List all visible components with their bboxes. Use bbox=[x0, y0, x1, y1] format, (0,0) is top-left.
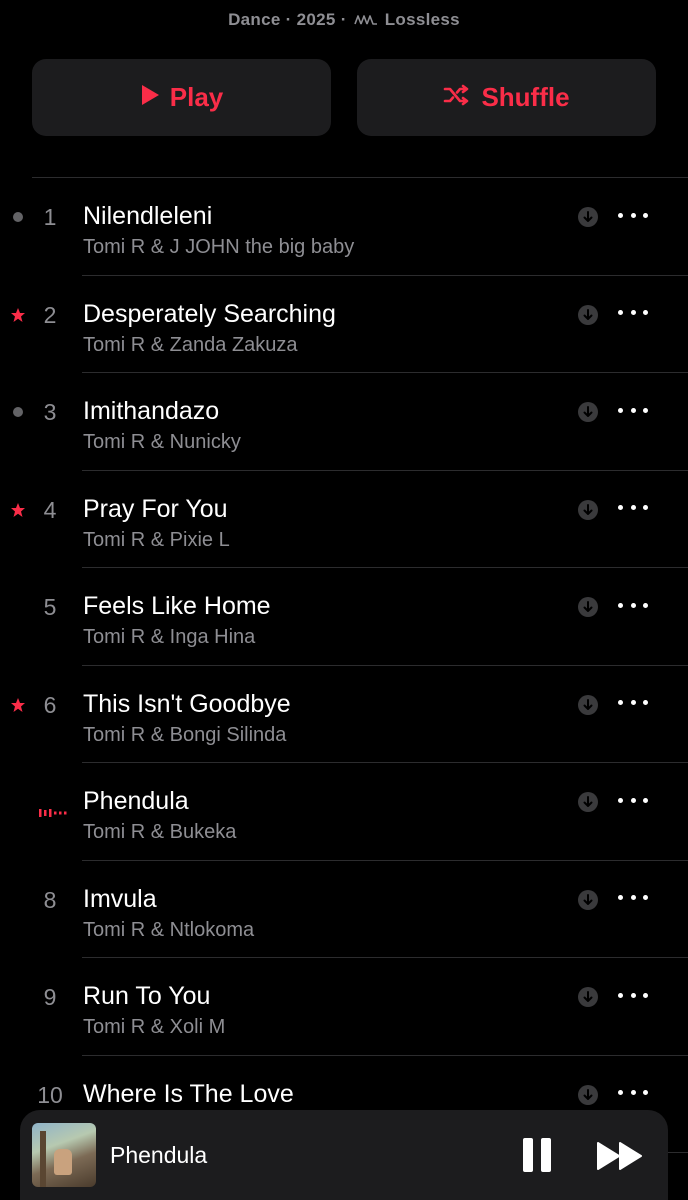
lossless-icon bbox=[353, 12, 378, 32]
track-title: This Isn't Goodbye bbox=[83, 689, 291, 718]
download-icon[interactable] bbox=[578, 402, 598, 427]
album-meta: Dance · 2025 · Lossless bbox=[0, 10, 688, 32]
track-artist: Tomi R & Pixie L bbox=[83, 528, 230, 551]
track-number: 10 bbox=[37, 1081, 63, 1108]
track-title: Pray For You bbox=[83, 494, 228, 523]
shuffle-button[interactable]: Shuffle bbox=[357, 59, 656, 136]
now-playing-title: Phendula bbox=[110, 1142, 208, 1168]
dot-icon bbox=[10, 209, 26, 225]
track-number: 5 bbox=[43, 594, 57, 620]
track-row[interactable]: Phendula Tomi R & Bukeka bbox=[0, 763, 688, 861]
more-options-icon[interactable] bbox=[618, 595, 648, 615]
more-options-icon[interactable] bbox=[618, 693, 648, 713]
shuffle-label: Shuffle bbox=[481, 82, 570, 112]
download-icon[interactable] bbox=[578, 694, 598, 720]
shuffle-icon bbox=[443, 82, 471, 113]
pause-button[interactable] bbox=[523, 1138, 551, 1172]
track-artist: Tomi R & Ntlokoma bbox=[83, 918, 255, 941]
download-icon[interactable] bbox=[578, 1084, 598, 1110]
more-options-icon[interactable] bbox=[618, 205, 648, 225]
download-icon[interactable] bbox=[578, 987, 598, 1012]
track-list: 1 Nilendleleni Tomi R & J JOHN the big bab… bbox=[0, 178, 688, 1153]
track-title: Feels Like Home bbox=[83, 592, 271, 620]
download-icon[interactable] bbox=[578, 499, 598, 525]
track-number: 4 bbox=[43, 496, 57, 523]
track-number: 8 bbox=[43, 886, 57, 913]
track-row[interactable]: 5 Feels Like Home Tomi R & Inga Hina bbox=[0, 568, 688, 666]
track-artist: Tomi R & Bongi Silinda bbox=[83, 723, 287, 746]
download-icon[interactable] bbox=[578, 889, 598, 915]
track-row[interactable]: 1 Nilendleleni Tomi R & J JOHN the big bab… bbox=[0, 178, 688, 276]
track-title: Where Is The Love bbox=[83, 1079, 294, 1108]
quality-label: Lossless bbox=[384, 10, 460, 29]
track-title: Desperately Searching bbox=[83, 299, 336, 328]
track-title: Imithandazo bbox=[83, 397, 220, 425]
album-artwork[interactable] bbox=[32, 1123, 96, 1187]
track-title: Phendula bbox=[83, 787, 189, 815]
marker-empty bbox=[10, 989, 26, 1005]
more-options-icon[interactable] bbox=[618, 888, 648, 908]
star-icon bbox=[10, 502, 26, 518]
track-row[interactable]: 6 This Isn't Goodbye Tomi R & Bongi Silind… bbox=[0, 666, 688, 763]
track-number: 2 bbox=[43, 301, 57, 328]
now-playing-icon bbox=[34, 797, 70, 824]
play-button[interactable]: Play bbox=[32, 59, 331, 136]
track-artist: Tomi R & Inga Hina bbox=[83, 626, 256, 648]
track-artist: Tomi R & Zanda Zakuza bbox=[83, 333, 298, 356]
track-title: Nilendleleni bbox=[83, 202, 213, 230]
star-icon bbox=[10, 307, 26, 323]
next-track-button[interactable] bbox=[596, 1141, 644, 1176]
download-icon[interactable] bbox=[578, 597, 598, 622]
track-artist: Tomi R & Bukeka bbox=[83, 821, 237, 843]
more-options-icon[interactable] bbox=[618, 790, 648, 810]
fast-forward-icon bbox=[597, 1142, 642, 1170]
download-icon[interactable] bbox=[578, 207, 598, 232]
dot-icon bbox=[10, 404, 26, 420]
track-artist: Tomi R & Xoli M bbox=[83, 1016, 226, 1038]
genre-label: Dance bbox=[228, 10, 281, 29]
marker-empty bbox=[10, 599, 26, 615]
track-number: 1 bbox=[43, 204, 57, 230]
track-row[interactable]: 4 Pray For You Tomi R & Pixie L bbox=[0, 471, 688, 568]
track-title: Imvula bbox=[83, 884, 157, 913]
more-options-icon[interactable] bbox=[618, 303, 648, 323]
track-row[interactable]: 3 Imithandazo Tomi R & Nunicky bbox=[0, 373, 688, 471]
pause-icon bbox=[523, 1138, 533, 1172]
play-label: Play bbox=[169, 82, 224, 112]
track-artist: Tomi R & J JOHN the big baby bbox=[83, 236, 355, 258]
mini-player[interactable]: Phendula bbox=[20, 1110, 668, 1200]
play-icon bbox=[140, 82, 160, 113]
track-row[interactable]: 2 Desperately Searching Tomi R & Zanda Zak… bbox=[0, 276, 688, 373]
more-options-icon[interactable] bbox=[618, 400, 648, 420]
track-number: 3 bbox=[43, 399, 57, 425]
track-number: 9 bbox=[43, 984, 57, 1010]
more-options-icon[interactable] bbox=[618, 985, 648, 1005]
marker-empty bbox=[10, 892, 26, 908]
track-title: Run To You bbox=[83, 982, 211, 1010]
marker-empty bbox=[10, 1087, 26, 1103]
star-icon bbox=[10, 697, 26, 713]
more-options-icon[interactable] bbox=[618, 1083, 648, 1103]
download-icon[interactable] bbox=[578, 792, 598, 817]
year-label: 2025 bbox=[296, 10, 336, 29]
track-number: 6 bbox=[43, 691, 57, 718]
track-row[interactable]: 8 Imvula Tomi R & Ntlokoma bbox=[0, 861, 688, 958]
track-artist: Tomi R & Nunicky bbox=[83, 431, 241, 453]
track-row[interactable]: 9 Run To You Tomi R & Xoli M bbox=[0, 958, 688, 1056]
more-options-icon[interactable] bbox=[618, 498, 648, 518]
download-icon[interactable] bbox=[578, 304, 598, 330]
